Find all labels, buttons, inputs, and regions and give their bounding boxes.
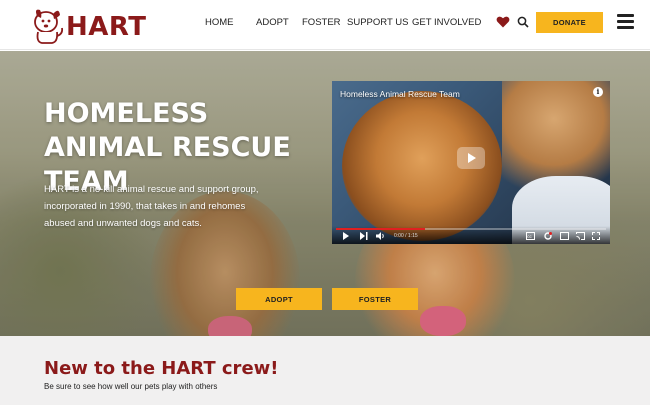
adopt-button[interactable]: ADOPT: [236, 288, 322, 310]
hero-description: HART is a no-kill animal rescue and supp…: [44, 184, 259, 229]
cast-icon[interactable]: [576, 232, 585, 240]
donate-button[interactable]: DONATE: [536, 12, 603, 33]
settings-icon[interactable]: [544, 232, 552, 240]
video-player[interactable]: Homeless Animal Rescue Team i 0:00 / 1:1…: [332, 81, 610, 244]
video-controls: 0:00 / 1:15 cc: [332, 226, 610, 244]
fullscreen-icon[interactable]: [592, 232, 600, 240]
next-icon[interactable]: [360, 232, 368, 240]
hart-logo[interactable]: HART: [32, 4, 146, 46]
nav-home[interactable]: HOME: [205, 17, 234, 28]
nav-foster[interactable]: FOSTER: [302, 17, 341, 28]
new-crew-section: New to the HART crew! Be sure to see how…: [0, 336, 650, 405]
nav-adopt[interactable]: ADOPT: [256, 17, 289, 28]
dog-logo-icon: [34, 9, 64, 44]
foster-button[interactable]: FOSTER: [332, 288, 418, 310]
site-header: HART HOME ADOPT FOSTER SUPPORT US GET IN…: [0, 0, 650, 50]
video-progress-fill: [336, 228, 426, 230]
video-thumbnail-girl: [502, 81, 610, 191]
hero-section: HOMELESS ANIMAL RESCUE TEAM HART is a no…: [0, 51, 650, 336]
section-subtitle: Be sure to see how well our pets play wi…: [44, 382, 218, 391]
play-overlay-icon[interactable]: [457, 147, 485, 169]
volume-icon[interactable]: [376, 232, 385, 240]
search-icon[interactable]: [517, 16, 529, 28]
svg-text:cc: cc: [527, 234, 532, 239]
captions-icon[interactable]: cc: [526, 232, 535, 240]
heart-icon[interactable]: [496, 15, 510, 29]
nav-get-involved[interactable]: GET INVOLVED: [412, 17, 481, 28]
miniplayer-icon[interactable]: [560, 232, 569, 240]
video-title[interactable]: Homeless Animal Rescue Team: [340, 89, 460, 99]
video-progress-bar[interactable]: [336, 228, 606, 230]
play-icon[interactable]: [342, 232, 350, 240]
hamburger-menu-icon[interactable]: [617, 14, 634, 29]
video-time: 0:00 / 1:15: [394, 233, 418, 239]
nav-support-us[interactable]: SUPPORT US: [347, 17, 408, 28]
section-title: New to the HART crew!: [44, 358, 279, 379]
info-icon[interactable]: i: [593, 87, 603, 97]
logo-text: HART: [66, 12, 147, 42]
